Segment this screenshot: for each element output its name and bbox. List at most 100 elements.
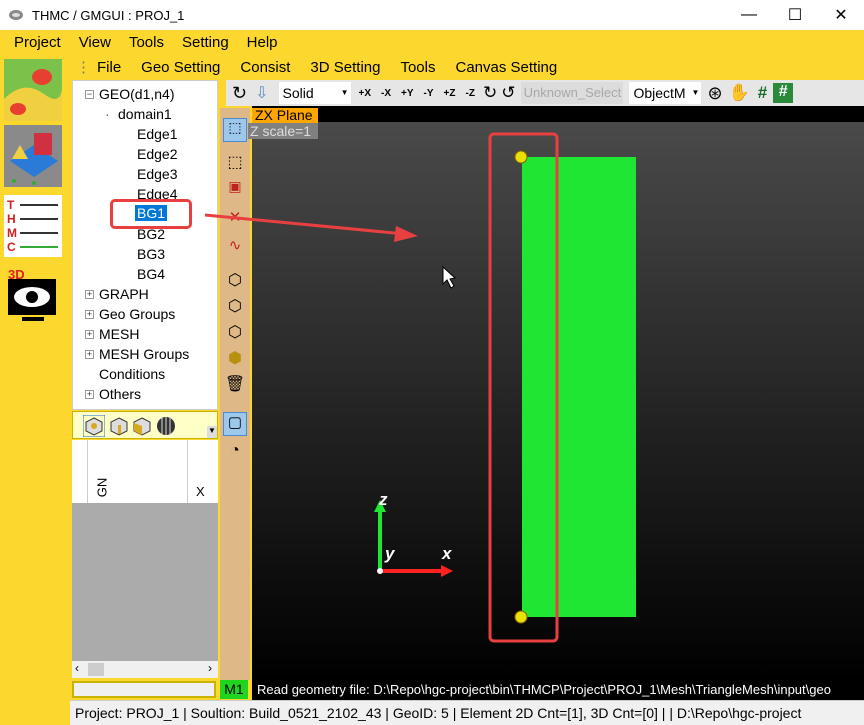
- maximize-button[interactable]: ☐: [772, 0, 818, 30]
- boundary-icon[interactable]: ▢: [223, 412, 247, 436]
- tree-group[interactable]: Conditions: [99, 366, 165, 382]
- cube-icon[interactable]: ⬡: [223, 270, 247, 294]
- wireframe-sphere-icon[interactable]: ⊛: [707, 83, 722, 104]
- expand-icon[interactable]: +: [85, 290, 94, 299]
- trash-icon[interactable]: 🗑: [223, 374, 247, 398]
- expand-icon[interactable]: +: [85, 330, 94, 339]
- window-title: THMC / GMGUI : PROJ_1: [32, 7, 185, 23]
- object-mode-select[interactable]: ObjectM ▼: [629, 82, 702, 104]
- tree-root[interactable]: GEO(d1,n4): [99, 86, 174, 102]
- rotate-ccw-icon[interactable]: ↺: [501, 83, 515, 103]
- tree-line: ·: [105, 106, 110, 122]
- view-plus-y-button[interactable]: +Y: [401, 88, 414, 99]
- tree-group[interactable]: MESH Groups: [99, 346, 189, 362]
- node-table[interactable]: GN X: [72, 440, 218, 503]
- cube-vertex-icon[interactable]: [83, 415, 105, 437]
- main-toolbar: ⋮ File Geo Setting Consist 3D Setting To…: [70, 55, 864, 79]
- tree-item[interactable]: BG3: [137, 246, 165, 262]
- toolbar-consist[interactable]: Consist: [240, 59, 290, 76]
- select-remove-icon[interactable]: ▣: [223, 178, 247, 202]
- grid-toggle-icon[interactable]: #: [773, 83, 794, 103]
- pan-hand-icon[interactable]: ✋: [729, 83, 750, 103]
- cube-icon[interactable]: ⬡: [223, 322, 247, 346]
- cube-face-icon[interactable]: [131, 415, 153, 437]
- menu-bar: Project View Tools Setting Help: [0, 30, 864, 55]
- svg-text:3D: 3D: [8, 267, 25, 282]
- toolbar-geo-setting[interactable]: Geo Setting: [141, 59, 220, 76]
- tree-group[interactable]: MESH: [99, 326, 139, 342]
- command-input[interactable]: [72, 681, 216, 698]
- tree-item[interactable]: Edge1: [137, 126, 177, 142]
- cube-edge-icon[interactable]: [108, 415, 130, 437]
- title-bar: THMC / GMGUI : PROJ_1 — ☐ ✕: [0, 0, 864, 30]
- thmc-icon[interactable]: THMC: [4, 195, 62, 257]
- minimize-button[interactable]: —: [726, 0, 772, 30]
- tree-item[interactable]: Edge3: [137, 166, 177, 182]
- vertical-toolbar: ⬚ ⬚ ▣ ✕ ∿ ⬡ ⬡ ⬡ ⬢ 🗑 ▢ ◔: [220, 108, 250, 680]
- tree-domain[interactable]: domain1: [118, 106, 172, 122]
- mesh-icon[interactable]: [4, 125, 62, 187]
- expand-icon[interactable]: +: [85, 310, 94, 319]
- box-select-icon[interactable]: ⬚: [223, 118, 247, 142]
- toolbar-canvas-setting[interactable]: Canvas Setting: [456, 59, 558, 76]
- view-toolbar: ▼: [72, 411, 218, 439]
- polyline-tool-icon[interactable]: ∿: [223, 236, 247, 260]
- app-icon: [9, 10, 23, 20]
- geometry-tree[interactable]: − GEO(d1,n4) · domain1 Edge1 Edge2 Edge3…: [72, 80, 218, 410]
- menu-setting[interactable]: Setting: [182, 34, 229, 51]
- plane-label: ZX Plane: [252, 108, 318, 123]
- toolbar-grip: ⋮: [76, 59, 91, 76]
- column-header-gn[interactable]: GN: [94, 478, 109, 498]
- 3d-view-icon[interactable]: 3D: [4, 265, 62, 327]
- edge-tool-icon[interactable]: ✕: [223, 208, 247, 232]
- svg-text:C: C: [7, 240, 16, 254]
- m1-label: M1: [220, 680, 248, 699]
- svg-text:H: H: [7, 212, 16, 226]
- toolbar-3d-setting[interactable]: 3D Setting: [310, 59, 380, 76]
- expand-icon[interactable]: +: [85, 390, 94, 399]
- toolbar-file[interactable]: File: [97, 59, 121, 76]
- tree-item[interactable]: Edge2: [137, 146, 177, 162]
- geo-map-icon[interactable]: [4, 59, 62, 121]
- rotate-icon[interactable]: ↻: [232, 83, 247, 104]
- grid-sphere-icon[interactable]: [155, 415, 177, 437]
- menu-help[interactable]: Help: [247, 34, 278, 51]
- select-mode-button[interactable]: Unknown_Select: [521, 82, 624, 104]
- horizontal-scrollbar[interactable]: ‹ ›: [72, 661, 218, 678]
- svg-text:T: T: [7, 198, 15, 212]
- canvas-header: [252, 106, 864, 122]
- collapse-icon[interactable]: −: [85, 90, 94, 99]
- highlight-box: [110, 199, 192, 229]
- tree-item[interactable]: BG4: [137, 266, 165, 282]
- module-sidebar: THMC 3D: [0, 55, 70, 725]
- select-add-icon[interactable]: ⬚: [223, 152, 247, 176]
- cube-solid-icon[interactable]: ⬢: [223, 348, 247, 372]
- 3d-canvas[interactable]: [252, 106, 864, 680]
- tree-group[interactable]: GRAPH: [99, 286, 149, 302]
- status-bar: Project: PROJ_1 | Soultion: Build_0521_2…: [70, 700, 864, 725]
- column-header-x[interactable]: X: [196, 484, 205, 499]
- z-scale-label: Z scale=1: [248, 123, 318, 139]
- toolbar-tools[interactable]: Tools: [400, 59, 435, 76]
- view-plus-z-button[interactable]: +Z: [444, 88, 456, 99]
- menu-view[interactable]: View: [79, 34, 111, 51]
- menu-project[interactable]: Project: [14, 34, 61, 51]
- menu-tools[interactable]: Tools: [129, 34, 164, 51]
- tree-group[interactable]: Geo Groups: [99, 306, 175, 322]
- import-icon[interactable]: ⇩: [255, 83, 268, 103]
- view-minus-z-button[interactable]: -Z: [465, 88, 474, 99]
- view-minus-y-button[interactable]: -Y: [424, 88, 434, 99]
- close-button[interactable]: ✕: [818, 0, 864, 30]
- grid-icon[interactable]: #: [758, 83, 767, 103]
- circle-tool-icon[interactable]: ◔: [223, 442, 247, 466]
- svg-text:M: M: [7, 226, 17, 240]
- view-minus-x-button[interactable]: -X: [381, 88, 391, 99]
- view-plus-x-button[interactable]: +X: [359, 88, 372, 99]
- expand-icon[interactable]: +: [85, 350, 94, 359]
- dropdown-arrow-icon[interactable]: ▼: [207, 426, 217, 438]
- render-mode-select[interactable]: Solid ▼: [278, 82, 351, 104]
- tree-group[interactable]: Others: [99, 386, 141, 402]
- scrollbar-thumb[interactable]: [88, 663, 104, 676]
- rotate-cw-icon[interactable]: ↻: [483, 83, 497, 103]
- cube-icon[interactable]: ⬡: [223, 296, 247, 320]
